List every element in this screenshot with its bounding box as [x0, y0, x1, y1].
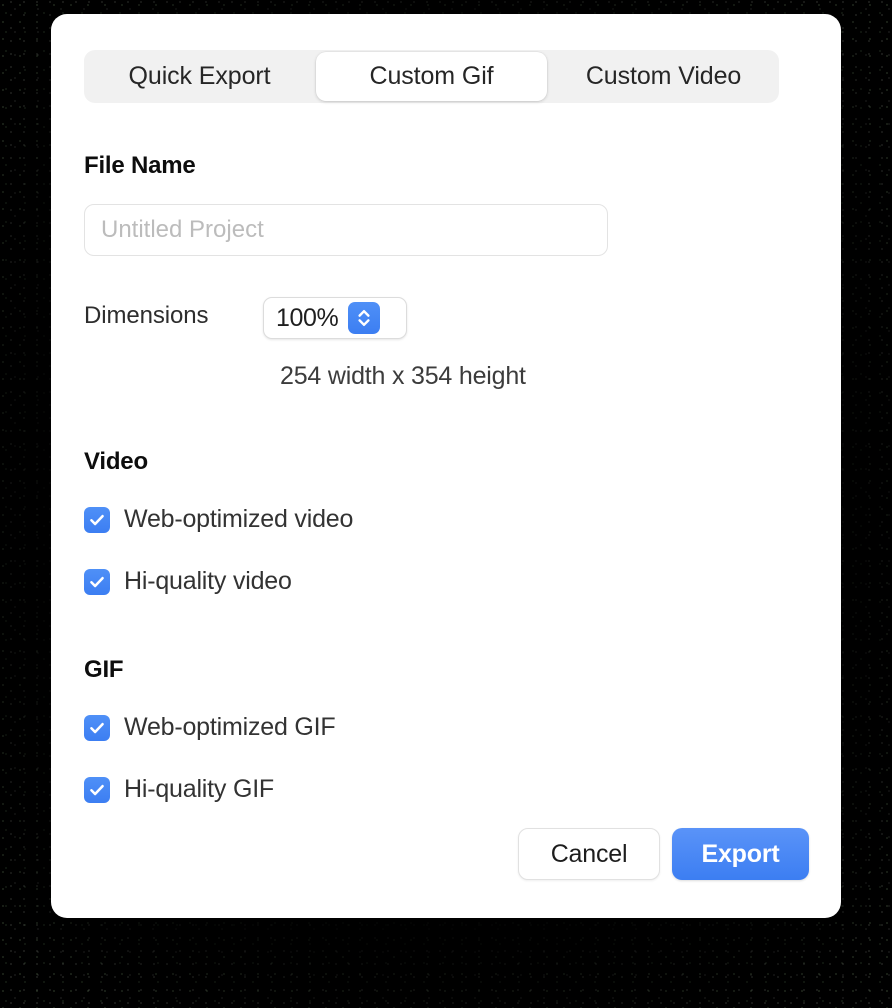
file-name-input[interactable] [84, 204, 608, 256]
tab-custom-gif-label: Custom Gif [369, 62, 494, 90]
tab-custom-video[interactable]: Custom Video [548, 50, 779, 103]
file-name-label: File Name [84, 152, 196, 179]
checkbox-label-hi-quality-gif: Hi-quality GIF [124, 775, 275, 803]
checkbox-label-web-optimized-gif: Web-optimized GIF [124, 713, 336, 741]
dimensions-scale-stepper[interactable]: 100% [263, 297, 407, 339]
dimensions-label: Dimensions [84, 302, 209, 329]
tab-custom-video-label: Custom Video [585, 62, 742, 90]
checkbox-label-hi-quality-video: Hi-quality video [124, 567, 292, 595]
checkbox-label-web-optimized-video: Web-optimized video [124, 505, 354, 533]
checkmark-icon[interactable] [84, 776, 110, 803]
dimensions-readout: 254 width x 354 height [280, 362, 526, 390]
chevron-up-down-icon[interactable] [348, 302, 381, 334]
checkbox-row-web-optimized-gif[interactable]: Web-optimized GIF [84, 713, 336, 742]
checkmark-icon[interactable] [84, 568, 110, 595]
export-mode-tabbar: Quick Export Custom Gif Custom Video [84, 50, 779, 103]
checkbox-row-hi-quality-video[interactable]: Hi-quality video [84, 567, 292, 596]
dimensions-scale-value: 100% [276, 303, 339, 332]
tab-custom-gif[interactable]: Custom Gif [316, 52, 547, 101]
section-title-video: Video [84, 448, 148, 475]
checkbox-row-web-optimized-video[interactable]: Web-optimized video [84, 505, 353, 534]
cancel-button-label: Cancel [550, 839, 628, 868]
tab-quick-export-label: Quick Export [128, 62, 271, 90]
export-dialog: Quick Export Custom Gif Custom Video Fil… [51, 14, 841, 918]
cancel-button[interactable]: Cancel [518, 828, 660, 880]
export-button-label: Export [701, 839, 780, 868]
checkmark-icon[interactable] [84, 714, 110, 741]
export-button[interactable]: Export [672, 828, 809, 880]
tab-quick-export[interactable]: Quick Export [84, 50, 315, 103]
checkmark-icon[interactable] [84, 506, 110, 533]
section-title-gif: GIF [84, 656, 124, 683]
checkbox-row-hi-quality-gif[interactable]: Hi-quality GIF [84, 775, 274, 804]
